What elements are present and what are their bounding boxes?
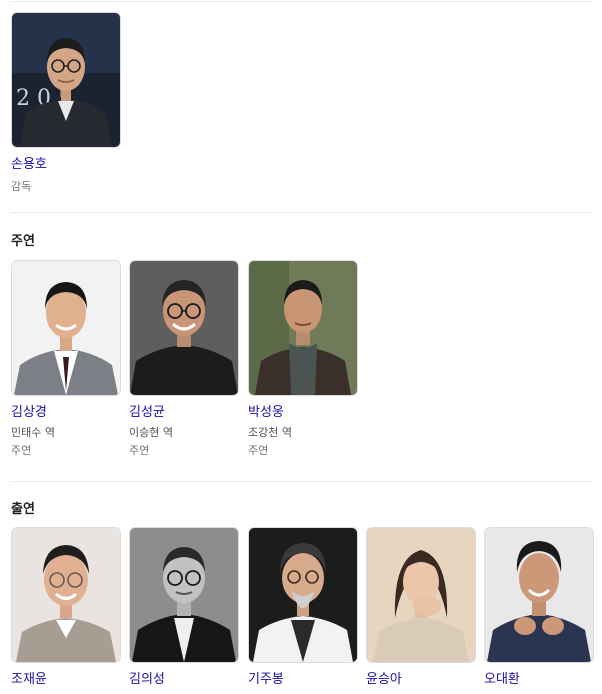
director-photo[interactable]: 2 0 5 . (11, 12, 121, 148)
lead-role: 조강천 역 (248, 426, 292, 439)
lead-kind: 주연 (129, 444, 150, 457)
lead-kind: 주연 (11, 444, 32, 457)
cast-name[interactable]: 오대환 (484, 672, 594, 688)
lead-name[interactable]: 김상경 (11, 405, 121, 421)
cast-portrait-image (485, 528, 593, 662)
lead-card[interactable]: 김상경 민태수 역 주연 (11, 260, 121, 458)
cast-card[interactable]: 기주봉 (248, 527, 358, 688)
director-name[interactable]: 손용호 (11, 157, 121, 173)
lead-card[interactable]: 김성균 이승현 역 주연 (129, 260, 239, 458)
lead-portrait-image (130, 261, 238, 395)
lead-name[interactable]: 김성균 (129, 405, 239, 421)
cast-photo[interactable] (248, 527, 358, 663)
section-divider (10, 212, 592, 213)
director-card[interactable]: 2 0 5 . 손용호 감독 (11, 12, 121, 194)
lead-role: 이승현 역 (129, 426, 173, 439)
lead-name[interactable]: 박성웅 (248, 405, 358, 421)
cast-name[interactable]: 윤승아 (366, 672, 476, 688)
top-divider (10, 1, 592, 2)
cast-card[interactable]: 오대환 (484, 527, 594, 688)
section-title-cast: 출연 (11, 502, 35, 517)
cast-name[interactable]: 기주봉 (248, 672, 358, 688)
director-kind: 감독 (11, 180, 32, 193)
lead-photo[interactable] (11, 260, 121, 396)
cast-portrait-image (249, 528, 357, 662)
section-title-leads: 주연 (11, 234, 35, 249)
cast-photo[interactable] (129, 527, 239, 663)
cast-photo[interactable] (484, 527, 594, 663)
lead-photo[interactable] (129, 260, 239, 396)
cast-card[interactable]: 윤승아 (366, 527, 476, 688)
lead-card[interactable]: 박성웅 조강천 역 주연 (248, 260, 358, 458)
cast-photo[interactable] (366, 527, 476, 663)
section-divider (10, 481, 592, 482)
cast-portrait-image (130, 528, 238, 662)
lead-portrait-image (12, 261, 120, 395)
lead-photo[interactable] (248, 260, 358, 396)
lead-role: 민태수 역 (11, 426, 55, 439)
cast-portrait-image (12, 528, 120, 662)
cast-name[interactable]: 김의성 (129, 672, 239, 688)
lead-kind: 주연 (248, 444, 269, 457)
cast-portrait-image (367, 528, 475, 662)
cast-name[interactable]: 조재윤 (11, 672, 121, 688)
lead-portrait-image (249, 261, 357, 395)
director-portrait-image: 2 0 5 . (12, 13, 120, 147)
cast-photo[interactable] (11, 527, 121, 663)
cast-card[interactable]: 김의성 (129, 527, 239, 688)
cast-card[interactable]: 조재윤 (11, 527, 121, 688)
